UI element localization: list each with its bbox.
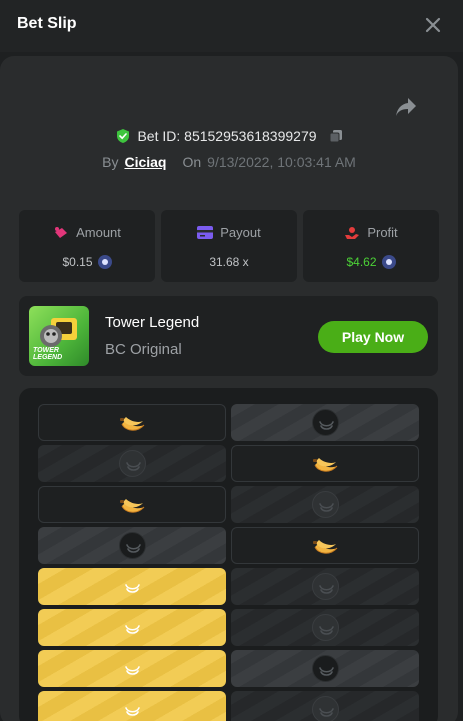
bet-datetime: 9/13/2022, 10:03:41 AM bbox=[207, 154, 356, 170]
play-now-button[interactable]: Play Now bbox=[318, 321, 428, 353]
payout-label-row: Payout bbox=[161, 225, 297, 240]
profit-label: Profit bbox=[367, 225, 398, 240]
coin-icon bbox=[381, 255, 396, 269]
tile-gold bbox=[38, 691, 226, 721]
tower-row bbox=[38, 650, 419, 687]
game-card: TOWER LEGEND Tower Legend BC Original Pl… bbox=[19, 296, 438, 376]
tile-hidden bbox=[231, 404, 419, 441]
token-icon bbox=[312, 655, 339, 682]
verified-shield-icon bbox=[117, 129, 130, 143]
amount-value-row: $0.15 bbox=[19, 255, 155, 269]
scrollbar[interactable] bbox=[458, 56, 463, 721]
on-label: On bbox=[182, 154, 202, 170]
dialog-title: Bet Slip bbox=[17, 15, 77, 32]
tower-row bbox=[38, 568, 419, 605]
close-icon[interactable] bbox=[422, 14, 444, 36]
share-icon[interactable] bbox=[394, 96, 418, 118]
tower-row bbox=[38, 486, 419, 523]
tile-hidden bbox=[38, 527, 226, 564]
amount-label-row: Amount bbox=[19, 225, 155, 240]
tile-gold bbox=[38, 568, 226, 605]
card-icon bbox=[197, 226, 214, 239]
banana-icon bbox=[312, 535, 340, 559]
tower-row bbox=[38, 609, 419, 646]
game-name: Tower Legend bbox=[105, 314, 200, 331]
bet-meta-row: By Ciciaq On 9/13/2022, 10:03:41 AM bbox=[0, 154, 458, 170]
tile-hidden bbox=[231, 691, 419, 721]
tower-row bbox=[38, 445, 419, 482]
tower-board bbox=[19, 388, 438, 721]
tile-banana bbox=[38, 486, 226, 523]
tile-hidden bbox=[231, 650, 419, 687]
bet-slip-header: Bet Slip bbox=[0, 0, 463, 52]
tile-gold bbox=[38, 609, 226, 646]
payout-label: Payout bbox=[220, 225, 261, 240]
thumbnail-caption: TOWER LEGEND bbox=[33, 347, 63, 361]
copy-icon[interactable] bbox=[329, 129, 343, 143]
token-icon bbox=[119, 614, 146, 641]
profit-value: $4.62 bbox=[346, 255, 377, 269]
profit-value-row: $4.62 bbox=[303, 255, 439, 269]
game-thumbnail[interactable]: TOWER LEGEND bbox=[29, 306, 89, 366]
tile-hidden bbox=[231, 609, 419, 646]
amount-value: $0.15 bbox=[62, 255, 93, 269]
token-icon bbox=[119, 450, 146, 477]
token-icon bbox=[119, 573, 146, 600]
username-link[interactable]: Ciciaq bbox=[124, 154, 166, 170]
coin-icon bbox=[97, 255, 112, 269]
tile-gold bbox=[38, 650, 226, 687]
amount-icon bbox=[55, 226, 68, 238]
banana-icon bbox=[119, 412, 147, 436]
payout-value: 31.68 x bbox=[209, 255, 249, 269]
game-subtitle: BC Original bbox=[105, 341, 182, 358]
token-icon bbox=[312, 573, 339, 600]
tile-hidden bbox=[231, 486, 419, 523]
profit-icon bbox=[345, 226, 360, 239]
tile-banana bbox=[38, 404, 226, 441]
token-icon bbox=[119, 696, 146, 721]
tile-hidden bbox=[38, 445, 226, 482]
token-icon bbox=[312, 491, 339, 518]
profit-stat: Profit $4.62 bbox=[303, 210, 439, 282]
amount-stat: Amount $0.15 bbox=[19, 210, 155, 282]
bet-details-panel: Bet ID: 85152953618399279 By Ciciaq On 9… bbox=[0, 56, 458, 721]
tower-row bbox=[38, 404, 419, 441]
banana-icon bbox=[312, 453, 340, 477]
bet-id: Bet ID: 85152953618399279 bbox=[137, 128, 317, 144]
bet-id-row: Bet ID: 85152953618399279 bbox=[0, 128, 458, 144]
banana-icon bbox=[119, 494, 147, 518]
tile-banana bbox=[231, 445, 419, 482]
token-icon bbox=[119, 532, 146, 559]
amount-label: Amount bbox=[76, 225, 121, 240]
token-icon bbox=[312, 614, 339, 641]
tower-row bbox=[38, 527, 419, 564]
tile-hidden bbox=[231, 568, 419, 605]
token-icon bbox=[312, 696, 339, 721]
tile-banana bbox=[231, 527, 419, 564]
token-icon bbox=[119, 655, 146, 682]
tower-row bbox=[38, 691, 419, 721]
payout-value-row: 31.68 x bbox=[161, 255, 297, 269]
payout-stat: Payout 31.68 x bbox=[161, 210, 297, 282]
by-label: By bbox=[102, 154, 119, 170]
token-icon bbox=[312, 409, 339, 436]
profit-label-row: Profit bbox=[303, 225, 439, 240]
